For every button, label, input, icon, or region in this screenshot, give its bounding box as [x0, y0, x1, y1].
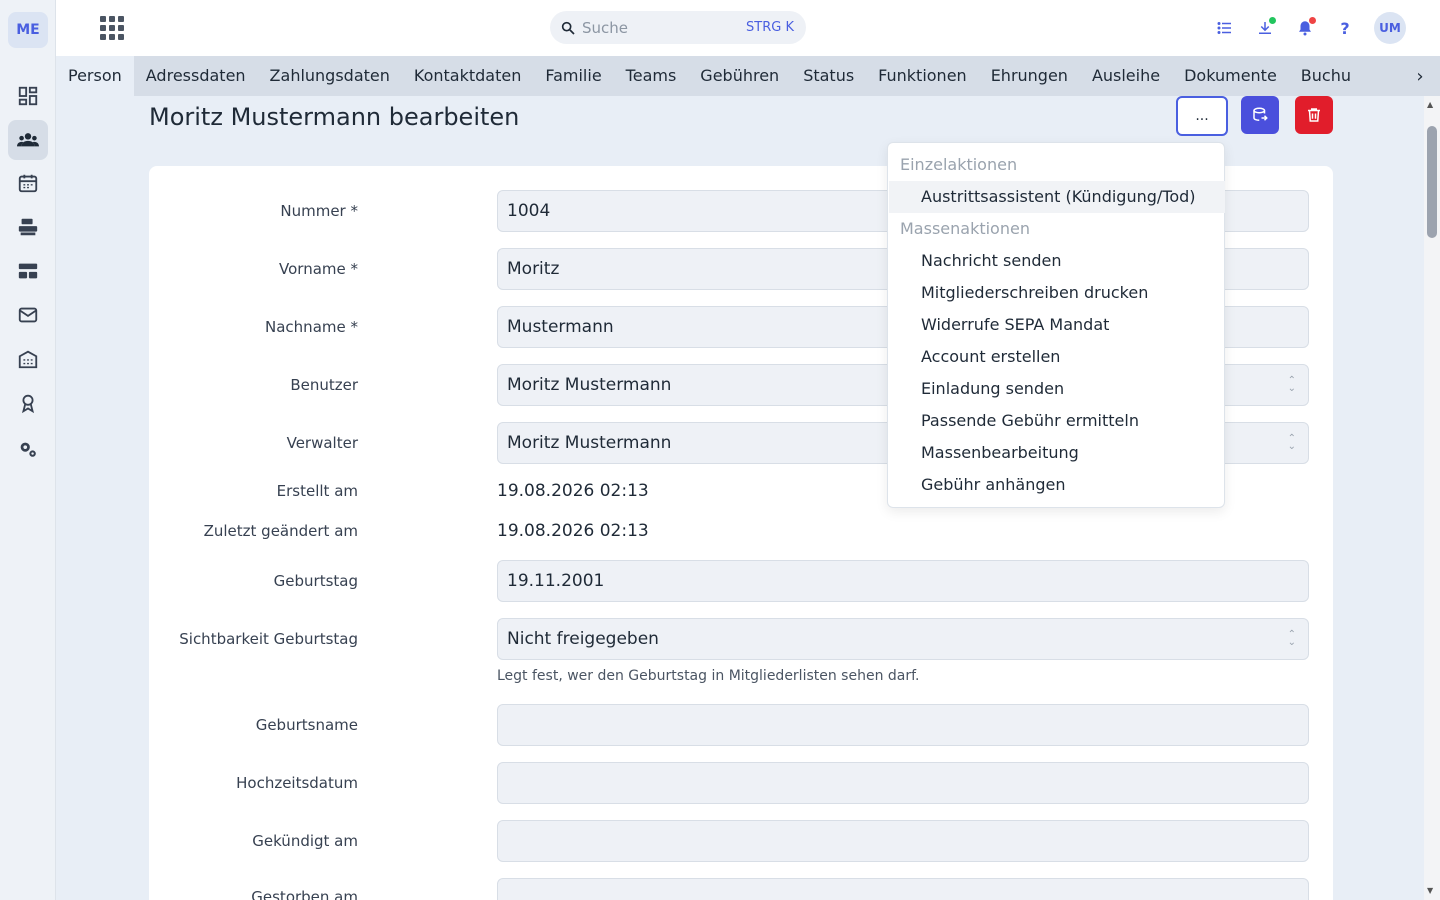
more-actions-menu: Einzelaktionen Austrittsassistent (Kündi… — [887, 142, 1225, 508]
benutzer-value: Moritz Mustermann — [507, 375, 672, 395]
award-icon[interactable] — [8, 383, 48, 423]
nummer-label: Nummer * — [280, 202, 358, 220]
gestorben-field[interactable] — [497, 878, 1309, 900]
erstellt-value: 19.08.2026 02:13 — [497, 481, 649, 501]
tab-ehrungen[interactable]: Ehrungen — [979, 56, 1080, 96]
erstellt-label: Erstellt am — [276, 482, 358, 500]
left-nav-rail: ME — [0, 0, 56, 900]
select-chevron-icon: ⌃ ⌄ — [1287, 433, 1296, 452]
tab-person[interactable]: Person — [56, 56, 134, 96]
geburtsname-field[interactable] — [497, 704, 1309, 746]
sichtbarkeit-value: Nicht freigegeben — [507, 629, 659, 649]
building-icon[interactable] — [8, 339, 48, 379]
list-icon[interactable] — [1214, 17, 1236, 39]
notification-bell-icon[interactable] — [1294, 17, 1316, 39]
user-avatar[interactable]: UM — [1374, 12, 1406, 44]
tab-scroll-right-icon[interactable]: › — [1400, 56, 1440, 96]
select-chevron-icon: ⌃ ⌄ — [1287, 629, 1296, 648]
trash-icon — [1308, 108, 1320, 122]
menu-item-passende-gebuehr-ermitteln[interactable]: Passende Gebühr ermitteln — [889, 405, 1225, 437]
menu-item-gebuehr-anhaengen[interactable]: Gebühr anhängen — [889, 469, 1225, 501]
sichtbarkeit-select[interactable]: Nicht freigegeben ⌃ ⌄ — [497, 618, 1309, 660]
page-scrollbar[interactable]: ▲ ▼ — [1424, 96, 1440, 900]
scroll-up-icon[interactable]: ▲ — [1427, 100, 1433, 109]
menu-item-einladung-senden[interactable]: Einladung senden — [889, 373, 1225, 405]
select-chevron-icon: ⌃ ⌄ — [1287, 375, 1296, 394]
tab-familie[interactable]: Familie — [533, 56, 613, 96]
scrollbar-thumb[interactable] — [1427, 126, 1437, 238]
search-icon — [561, 21, 575, 35]
tab-status[interactable]: Status — [791, 56, 866, 96]
vorname-label: Vorname * — [279, 260, 358, 278]
hochzeitsdatum-label: Hochzeitsdatum — [236, 774, 358, 792]
table-icon[interactable] — [8, 251, 48, 291]
search-placeholder: Suche — [582, 18, 629, 37]
verwalter-label: Verwalter — [286, 434, 358, 452]
geburtstag-label: Geburtstag — [273, 572, 358, 590]
calendar-icon[interactable] — [8, 163, 48, 203]
search-shortcut: STRG K — [746, 20, 794, 35]
tab-dokumente[interactable]: Dokumente — [1172, 56, 1289, 96]
help-icon[interactable]: ? — [1334, 17, 1356, 39]
sichtbarkeit-label: Sichtbarkeit Geburtstag — [179, 630, 358, 648]
scroll-down-icon[interactable]: ▼ — [1427, 886, 1433, 895]
nachname-label: Nachname * — [265, 318, 358, 336]
massenaktionen-header: Massenaktionen — [900, 219, 1030, 238]
geburtsname-label: Geburtsname — [255, 716, 358, 734]
tab-funktionen[interactable]: Funktionen — [866, 56, 979, 96]
top-bar: Suche STRG K ? UM — [56, 0, 1440, 56]
search-input[interactable]: Suche STRG K — [550, 11, 806, 44]
more-actions-button[interactable]: ... — [1176, 96, 1228, 136]
members-icon[interactable] — [8, 120, 48, 160]
tab-bar: Person Adressdaten Zahlungsdaten Kontakt… — [56, 56, 1440, 96]
gekuendigt-label: Gekündigt am — [252, 832, 358, 850]
save-icon — [1253, 107, 1268, 121]
mail-icon[interactable] — [8, 295, 48, 335]
gekuendigt-field[interactable] — [497, 820, 1309, 862]
menu-item-mitgliederschreiben-drucken[interactable]: Mitgliederschreiben drucken — [889, 277, 1225, 309]
app-launcher-icon[interactable] — [100, 16, 124, 40]
delete-button[interactable] — [1295, 96, 1333, 134]
save-button[interactable] — [1241, 96, 1279, 134]
hochzeitsdatum-field[interactable] — [497, 762, 1309, 804]
geaendert-value: 19.08.2026 02:13 — [497, 521, 649, 541]
menu-item-widerrufe-sepa-mandat[interactable]: Widerrufe SEPA Mandat — [889, 309, 1225, 341]
page-title: Moritz Mustermann bearbeiten — [149, 103, 520, 131]
tab-buchungen[interactable]: Buchu — [1289, 56, 1363, 96]
gestorben-label: Gestorben am — [251, 888, 358, 900]
tab-kontaktdaten[interactable]: Kontaktdaten — [402, 56, 533, 96]
tab-adressdaten[interactable]: Adressdaten — [134, 56, 258, 96]
sichtbarkeit-hint: Legt fest, wer den Geburtstag in Mitglie… — [497, 668, 920, 684]
geaendert-label: Zuletzt geändert am — [203, 522, 358, 540]
printer-icon[interactable] — [8, 207, 48, 247]
tab-zahlungsdaten[interactable]: Zahlungsdaten — [258, 56, 402, 96]
app-logo[interactable]: ME — [8, 12, 48, 48]
menu-item-nachricht-senden[interactable]: Nachricht senden — [889, 245, 1225, 277]
menu-item-massenbearbeitung[interactable]: Massenbearbeitung — [889, 437, 1225, 469]
tab-teams[interactable]: Teams — [614, 56, 689, 96]
tab-ausleihe[interactable]: Ausleihe — [1080, 56, 1172, 96]
dashboard-icon[interactable] — [8, 76, 48, 116]
tab-gebuehren[interactable]: Gebühren — [688, 56, 791, 96]
benutzer-label: Benutzer — [290, 376, 358, 394]
settings-icon[interactable] — [8, 429, 48, 469]
download-icon[interactable] — [1254, 17, 1276, 39]
verwalter-value: Moritz Mustermann — [507, 433, 672, 453]
menu-item-account-erstellen[interactable]: Account erstellen — [889, 341, 1225, 373]
einzelaktionen-header: Einzelaktionen — [900, 155, 1018, 174]
geburtstag-field[interactable]: 19.11.2001 — [497, 560, 1309, 602]
menu-item-austrittsassistent[interactable]: Austrittsassistent (Kündigung/Tod) — [889, 181, 1225, 213]
